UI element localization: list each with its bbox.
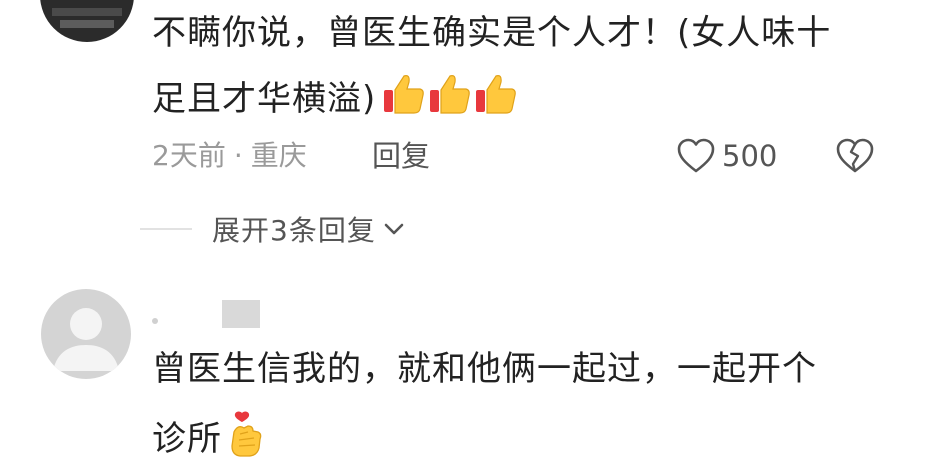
username-blur-dot <box>152 318 158 324</box>
like-button[interactable]: 500 <box>676 134 777 178</box>
comment-time: 2天前 <box>152 139 226 172</box>
finger-heart-icon <box>231 411 262 457</box>
commenter-avatar[interactable] <box>40 0 134 42</box>
comment-text-line: 足且才华横溢) <box>152 79 377 119</box>
expand-replies[interactable]: 展开3条回复 <box>140 208 406 250</box>
comment-text: 不瞒你说，曾医生确实是个人才！(女人味十 <box>152 13 832 53</box>
finger-heart-emoji <box>226 410 266 472</box>
divider-line <box>140 228 192 230</box>
meta-separator: · <box>233 139 243 172</box>
chevron-down-icon <box>384 223 404 235</box>
default-avatar-icon <box>53 308 119 371</box>
comment-meta: 2天前 · 重庆 <box>152 136 307 176</box>
comment-text-line: 诊所 <box>152 419 222 459</box>
like-count: 500 <box>722 139 778 173</box>
commenter-avatar[interactable] <box>41 289 131 379</box>
thumbs-up-emojis <box>382 72 520 130</box>
broken-heart-icon <box>836 138 874 173</box>
username-obscured <box>152 300 262 330</box>
thumbs-up-icon <box>476 75 517 114</box>
thumbs-up-icon <box>384 75 425 114</box>
comment-text: 诊所 <box>152 410 266 472</box>
comment-location: 重庆 <box>250 139 307 172</box>
comment-text: 足且才华横溢) <box>152 72 520 130</box>
avatar-detail <box>52 8 122 16</box>
heart-icon <box>677 138 715 173</box>
thumbs-up-icon <box>430 75 471 114</box>
avatar-detail <box>60 20 114 28</box>
reply-button[interactable]: 回复 <box>372 136 430 176</box>
comment-text: 曾医生信我的，就和他俩一起过，一起开个 <box>152 349 817 389</box>
expand-replies-label: 展开3条回复 <box>212 214 376 247</box>
username-blur-block <box>222 300 260 328</box>
dislike-button[interactable] <box>834 134 876 178</box>
